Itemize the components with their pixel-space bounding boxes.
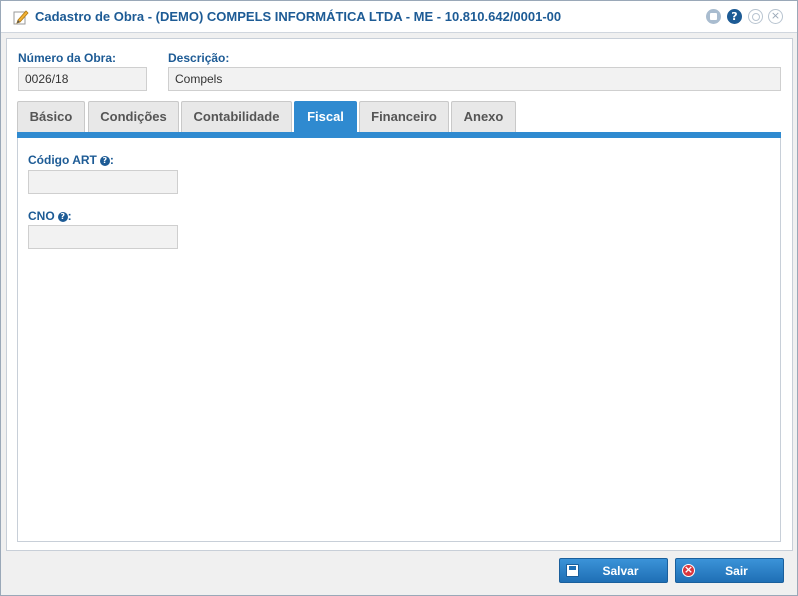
cadastro-obra-window: Cadastro de Obra - (DEMO) COMPELS INFORM… (0, 0, 798, 596)
form-content: Número da Obra: Descrição: Básico Condiç… (6, 38, 793, 551)
sair-button-label: Sair (725, 564, 748, 578)
close-icon[interactable]: × (768, 9, 783, 24)
tab-condicoes[interactable]: Condições (88, 101, 179, 132)
help-icon[interactable]: ? (727, 9, 742, 24)
window-title: Cadastro de Obra - (DEMO) COMPELS INFORM… (35, 9, 562, 24)
fiscal-tab-panel: Código ART?: CNO?: (17, 138, 781, 542)
codigo-art-label-suffix: : (109, 153, 114, 167)
descricao-input[interactable] (168, 67, 781, 91)
tab-fiscal[interactable]: Fiscal (294, 101, 357, 132)
cno-label-suffix: : (67, 209, 72, 223)
cno-help-icon[interactable]: ? (57, 212, 68, 222)
numero-obra-input[interactable] (18, 67, 147, 91)
salvar-button[interactable]: Salvar (559, 558, 668, 583)
pencil-edit-icon (13, 10, 29, 25)
cno-label-text: CNO (28, 209, 55, 223)
descricao-label: Descrição: (168, 51, 230, 65)
tab-basico[interactable]: Básico (17, 101, 85, 132)
numero-obra-label: Número da Obra: (18, 51, 117, 65)
cno-label: CNO?: (28, 209, 72, 223)
codigo-art-input[interactable] (28, 170, 178, 194)
tab-financeiro[interactable]: Financeiro (359, 101, 449, 132)
cno-input[interactable] (28, 225, 178, 249)
tab-anexo[interactable]: Anexo (451, 101, 516, 132)
codigo-art-help-icon[interactable]: ? (99, 156, 110, 166)
window-titlebar: Cadastro de Obra - (DEMO) COMPELS INFORM… (1, 1, 797, 33)
minimize-icon[interactable] (706, 9, 721, 24)
codigo-art-label-text: Código ART (28, 153, 97, 167)
codigo-art-label: Código ART?: (28, 153, 114, 167)
restore-icon[interactable] (748, 9, 763, 24)
sair-button[interactable]: Sair (675, 558, 784, 583)
tab-contabilidade[interactable]: Contabilidade (181, 101, 292, 132)
salvar-button-label: Salvar (602, 564, 639, 578)
